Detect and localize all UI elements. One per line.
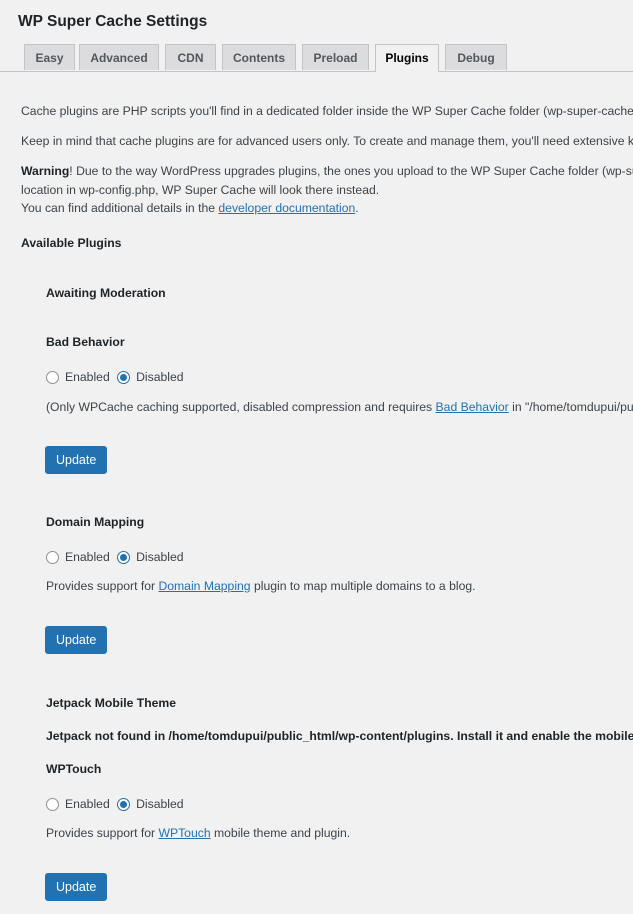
tab-contents[interactable]: Contents	[222, 44, 296, 70]
domain-mapping-desc-suffix: plugin to map multiple domains to a blog…	[250, 579, 476, 593]
wptouch-desc-prefix: Provides support for	[46, 826, 159, 840]
enabled-label: Enabled	[65, 370, 110, 384]
wptouch-desc-suffix: mobile theme and plugin.	[210, 826, 351, 840]
tab-debug[interactable]: Debug	[445, 44, 507, 70]
bad-behavior-disabled-radio[interactable]	[117, 371, 131, 384]
bad-behavior-desc-prefix: (Only WPCache caching supported, disable…	[46, 400, 436, 414]
bad-behavior-radios: Enabled Disabled	[46, 370, 188, 384]
wptouch-radios: Enabled Disabled	[46, 797, 188, 811]
wptouch-link[interactable]: WPTouch	[158, 826, 210, 840]
details-text: You can find additional details in the d…	[21, 201, 359, 215]
disabled-label: Disabled	[136, 550, 184, 564]
tab-advanced[interactable]: Advanced	[79, 44, 159, 70]
bad-behavior-description: (Only WPCache caching supported, disable…	[46, 400, 633, 414]
disabled-label: Disabled	[136, 797, 184, 811]
tab-plugins[interactable]: Plugins	[375, 44, 439, 72]
bad-behavior-link[interactable]: Bad Behavior	[436, 400, 509, 414]
awaiting-moderation-heading: Awaiting Moderation	[46, 286, 166, 300]
bad-behavior-desc-suffix: in "/home/tomdupui/pu	[508, 400, 633, 414]
available-plugins-heading: Available Plugins	[21, 236, 122, 250]
developer-documentation-link[interactable]: developer documentation	[218, 201, 355, 215]
bad-behavior-heading: Bad Behavior	[46, 335, 125, 349]
domain-mapping-heading: Domain Mapping	[46, 515, 145, 529]
warning-text: Warning! Due to the way WordPress upgrad…	[21, 164, 633, 178]
disabled-label: Disabled	[136, 370, 184, 384]
wptouch-update-button[interactable]: Update	[45, 873, 108, 901]
wptouch-disabled-radio[interactable]	[117, 798, 131, 811]
domain-mapping-desc-prefix: Provides support for	[46, 579, 159, 593]
jetpack-notice: Jetpack not found in /home/tomdupui/publ…	[46, 729, 633, 743]
bad-behavior-update-button[interactable]: Update	[45, 446, 108, 474]
wptouch-enabled-radio[interactable]	[46, 798, 59, 811]
domain-mapping-update-button[interactable]: Update	[45, 626, 108, 654]
enabled-label: Enabled	[65, 797, 110, 811]
warning-line-2: location in wp-config.php, WP Super Cach…	[21, 183, 380, 197]
wptouch-description: Provides support for WPTouch mobile them…	[46, 826, 350, 840]
domain-mapping-radios: Enabled Disabled	[46, 550, 188, 564]
tab-easy[interactable]: Easy	[24, 44, 75, 70]
tab-cdn[interactable]: CDN	[165, 44, 216, 70]
domain-mapping-disabled-radio[interactable]	[117, 551, 131, 564]
warning-body: ! Due to the way WordPress upgrades plug…	[69, 164, 633, 178]
domain-mapping-enabled-radio[interactable]	[46, 551, 59, 564]
enabled-label: Enabled	[65, 550, 110, 564]
bad-behavior-enabled-radio[interactable]	[46, 371, 59, 384]
intro-line-2: Keep in mind that cache plugins are for …	[21, 134, 633, 148]
intro-line-1: Cache plugins are PHP scripts you'll fin…	[21, 104, 633, 118]
tab-preload[interactable]: Preload	[302, 44, 369, 70]
details-suffix: .	[355, 201, 359, 215]
details-prefix: You can find additional details in the	[21, 201, 219, 215]
domain-mapping-link[interactable]: Domain Mapping	[158, 579, 250, 593]
wptouch-heading: WPTouch	[46, 762, 102, 776]
domain-mapping-description: Provides support for Domain Mapping plug…	[46, 579, 476, 593]
page-title: WP Super Cache Settings	[18, 13, 208, 30]
warning-label: Warning	[21, 164, 70, 178]
tab-bar: Easy Advanced CDN Contents Preload Plugi…	[0, 44, 633, 72]
jetpack-heading: Jetpack Mobile Theme	[46, 696, 177, 710]
